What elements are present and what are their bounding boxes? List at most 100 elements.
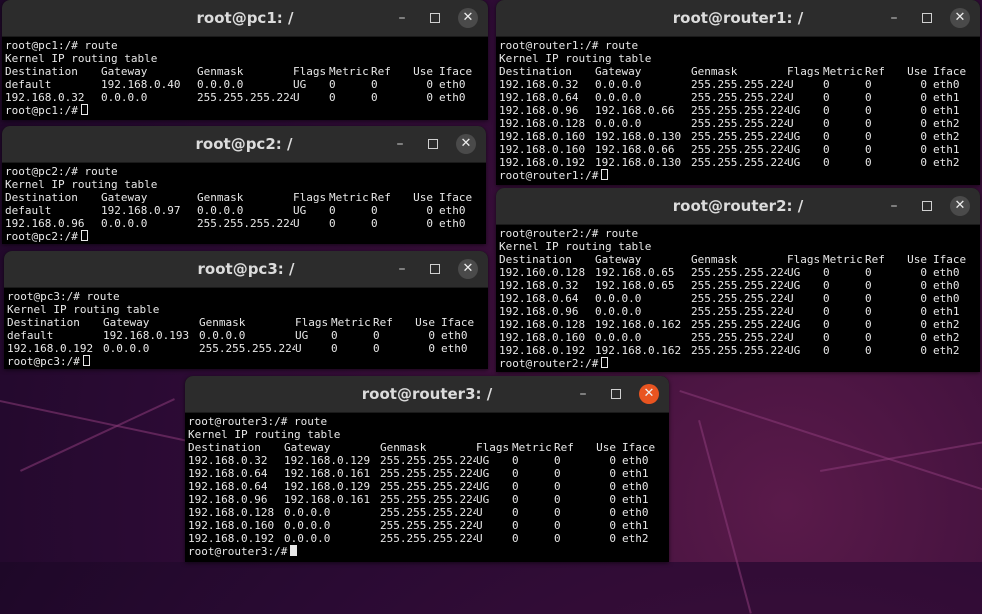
column-header: Ref: [865, 253, 885, 266]
minimize-button[interactable]: –: [393, 260, 411, 278]
minimize-button[interactable]: –: [391, 135, 409, 153]
table-cell: 0.0.0.0: [595, 78, 642, 91]
table-row: 192.168.0.64 192.168.0.161 255.255.255.224…: [188, 467, 666, 480]
maximize-button[interactable]: [918, 9, 936, 27]
table-cell: UG: [787, 130, 801, 143]
close-button[interactable]: ✕: [456, 134, 476, 154]
table-cell: 192.168.0.64: [188, 467, 268, 480]
maximize-button[interactable]: [426, 260, 444, 278]
prompt-line[interactable]: root@router3:/#: [188, 545, 666, 558]
maximize-button[interactable]: [424, 135, 442, 153]
terminal-output[interactable]: root@router3:/# route Kernel IP routing t…: [185, 413, 669, 560]
column-header: Genmask: [199, 316, 246, 329]
window-titlebar[interactable]: root@router1: / – ✕: [496, 0, 980, 37]
table-cell: 192.168.0.129: [284, 454, 371, 467]
table-cell: 0: [823, 156, 830, 169]
terminal-output[interactable]: root@pc1:/# route Kernel IP routing table…: [2, 37, 488, 119]
terminal-output[interactable]: root@pc3:/# route Kernel IP routing table…: [4, 288, 488, 369]
close-button[interactable]: ✕: [950, 8, 970, 28]
table-cell: 255.255.255.224: [691, 279, 787, 292]
table-cell: 0.0.0.0: [103, 342, 150, 355]
close-button[interactable]: ✕: [458, 8, 478, 28]
terminal-window-pc3[interactable]: root@pc3: / – ✕ root@pc3:/# route Kernel IP …: [4, 251, 488, 369]
table-cell: 0: [823, 344, 830, 357]
table-cell: 0: [865, 143, 872, 156]
table-cell: 255.255.255.224: [380, 506, 476, 519]
window-titlebar[interactable]: root@pc1: / – ✕: [2, 0, 488, 37]
maximize-button[interactable]: [918, 197, 936, 215]
close-button[interactable]: ✕: [639, 384, 659, 404]
window-titlebar[interactable]: root@pc3: / – ✕: [4, 251, 488, 288]
table-cell: eth1: [933, 104, 960, 117]
table-cell: 0: [609, 467, 616, 480]
table-cell: 0: [865, 305, 872, 318]
table-cell: 255.255.255.224: [691, 266, 787, 279]
table-cell: 192.160.0.128: [499, 266, 586, 279]
column-header: Flags: [787, 253, 821, 266]
table-cell: eth2: [622, 532, 649, 545]
table-cell: U: [787, 78, 794, 91]
table-cell: 0: [823, 279, 830, 292]
table-cell: UG: [476, 467, 490, 480]
table-cell: 0: [823, 305, 830, 318]
prompt-line[interactable]: root@pc3:/#: [7, 355, 485, 368]
minimize-button[interactable]: –: [885, 197, 903, 215]
table-cell: 0: [823, 143, 830, 156]
maximize-icon: [430, 13, 440, 23]
table-cell: 0: [920, 318, 927, 331]
column-header: Gateway: [595, 65, 642, 78]
table-cell: U: [787, 91, 794, 104]
table-cell: 0: [609, 532, 616, 545]
table-cell: 192.168.0.160: [188, 519, 275, 532]
table-cell: 255.255.255.224: [380, 519, 476, 532]
prompt-line[interactable]: root@router2:/#: [499, 357, 977, 370]
table-cell: 0.0.0.0: [284, 532, 331, 545]
table-cell: 0.0.0.0: [595, 117, 642, 130]
table-cell: 192.168.0.162: [595, 344, 682, 357]
close-button[interactable]: ✕: [458, 259, 478, 279]
table-cell: 192.168.0.40: [101, 78, 181, 91]
terminal-window-pc1[interactable]: root@pc1: / – ✕ root@pc1:/# route Kernel IP …: [2, 0, 488, 120]
prompt-line[interactable]: root@pc1:/#: [5, 104, 485, 117]
table-cell: 0: [823, 117, 830, 130]
terminal-output[interactable]: root@router1:/# route Kernel IP routing t…: [496, 37, 980, 184]
table-cell: 0: [329, 78, 336, 91]
column-header: Metric: [823, 65, 863, 78]
table-row: 192.168.0.192 192.168.0.162 255.255.255.22…: [499, 344, 977, 357]
prompt-line[interactable]: root@router1:/#: [499, 169, 977, 182]
window-titlebar[interactable]: root@router3: / – ✕: [185, 376, 669, 413]
terminal-output[interactable]: root@router2:/# route Kernel IP routing t…: [496, 225, 980, 372]
table-cell: eth1: [622, 493, 649, 506]
window-titlebar[interactable]: root@router2: / – ✕: [496, 188, 980, 225]
table-cell: 255.255.255.224: [380, 454, 476, 467]
minimize-button[interactable]: –: [393, 9, 411, 27]
column-header: Destination: [188, 441, 261, 454]
prompt-line[interactable]: root@pc2:/#: [5, 230, 483, 243]
table-header-row: Destination Gateway Genmask Flags Metric Ref U…: [5, 191, 483, 204]
maximize-button[interactable]: [607, 385, 625, 403]
window-titlebar[interactable]: root@pc2: / – ✕: [2, 126, 486, 163]
table-cell: 192.168.0.192: [188, 532, 275, 545]
table-cell: 255.255.255.224: [199, 342, 295, 355]
table-cell: 192.168.0.192: [499, 344, 586, 357]
table-row: 192.168.0.192 0.0.0.0 255.255.255.224 U 0 0 0 e…: [7, 342, 485, 355]
terminal-window-pc2[interactable]: root@pc2: / – ✕ root@pc2:/# route Kernel IP …: [2, 126, 486, 244]
table-cell: 0: [329, 204, 336, 217]
close-button[interactable]: ✕: [950, 196, 970, 216]
table-cell: 0: [920, 344, 927, 357]
table-cell: 192.168.0.97: [101, 204, 181, 217]
terminal-window-router1[interactable]: root@router1: / – ✕ root@router1:/# route Ke…: [496, 0, 980, 185]
table-row: 192.168.0.160 192.168.0.130 255.255.255.22…: [499, 130, 977, 143]
table-cell: UG: [293, 78, 307, 91]
minimize-button[interactable]: –: [885, 9, 903, 27]
maximize-icon: [611, 389, 621, 399]
table-cell: 0: [512, 506, 519, 519]
table-cell: 0: [865, 318, 872, 331]
terminal-window-router2[interactable]: root@router2: / – ✕ root@router2:/# route Ke…: [496, 188, 980, 372]
column-header: Flags: [293, 65, 327, 78]
terminal-window-router3[interactable]: root@router3: / – ✕ root@router3:/# route Ke…: [185, 376, 669, 562]
maximize-button[interactable]: [426, 9, 444, 27]
table-row: 192.168.0.32 0.0.0.0 255.255.255.224 U 0 0 0 et…: [499, 78, 977, 91]
minimize-button[interactable]: –: [574, 385, 592, 403]
terminal-output[interactable]: root@pc2:/# route Kernel IP routing table…: [2, 163, 486, 244]
